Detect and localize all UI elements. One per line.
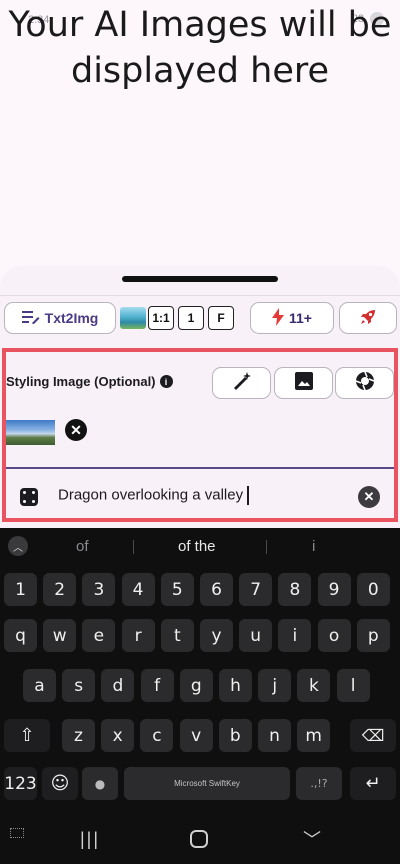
key-9[interactable]: 9 xyxy=(317,573,351,606)
backspace-key[interactable]: ⌫ xyxy=(350,719,396,752)
chevron-up-icon[interactable]: ︿ xyxy=(8,536,28,556)
key-o[interactable]: o xyxy=(317,619,351,652)
key-l[interactable]: l xyxy=(336,669,370,702)
credits-button[interactable]: 11+ xyxy=(250,302,334,334)
styling-image-label: Styling Image (Optional) i xyxy=(6,374,173,389)
home-icon[interactable] xyxy=(190,830,208,848)
image-count-chip[interactable]: 1 xyxy=(178,306,204,330)
microphone-icon: ● xyxy=(94,776,106,791)
comma-mic-key[interactable]: ● xyxy=(82,767,118,800)
key-f[interactable]: f xyxy=(140,669,174,702)
edit-lines-icon xyxy=(21,310,40,327)
prompt-divider xyxy=(6,467,394,469)
clear-icon[interactable]: ✕ xyxy=(358,486,380,508)
image-gallery-icon xyxy=(294,371,314,396)
suggestion-2[interactable]: of the xyxy=(178,538,216,555)
prompt-text[interactable]: Dragon overlooking a valley xyxy=(58,486,249,505)
magic-wand-button[interactable] xyxy=(212,367,271,399)
remove-image-icon[interactable]: ✕ xyxy=(65,419,87,441)
styling-image-thumbnail[interactable] xyxy=(6,420,55,445)
key-5[interactable]: 5 xyxy=(160,573,194,606)
credits-label: 11+ xyxy=(289,310,312,326)
key-0[interactable]: 0 xyxy=(356,573,390,606)
key-j[interactable]: j xyxy=(258,669,292,702)
key-w[interactable]: w xyxy=(43,619,77,652)
camera-shutter-icon xyxy=(355,371,375,396)
lightning-icon xyxy=(272,307,284,329)
key-b[interactable]: b xyxy=(218,719,252,752)
divider xyxy=(0,295,400,296)
emoji-key[interactable]: ☺ xyxy=(42,767,78,800)
key-u[interactable]: u xyxy=(239,619,273,652)
key-t[interactable]: t xyxy=(160,619,194,652)
back-icon[interactable]: ﹀ xyxy=(303,826,321,852)
magic-wand-icon xyxy=(232,371,252,396)
suggestion-3[interactable]: i xyxy=(312,538,315,555)
key-m[interactable]: m xyxy=(297,719,331,752)
emoji-icon: ☺ xyxy=(50,773,70,794)
shift-key[interactable]: ⇧ xyxy=(4,719,50,752)
gallery-button[interactable] xyxy=(274,367,333,399)
sheet-grabber-handle[interactable] xyxy=(122,276,278,282)
mode-button[interactable]: Txt2Img xyxy=(4,302,116,334)
shift-icon: ⇧ xyxy=(19,725,35,746)
key-d[interactable]: d xyxy=(101,669,135,702)
styling-label-text: Styling Image (Optional) xyxy=(6,374,156,389)
info-icon[interactable]: i xyxy=(159,375,173,388)
space-key-label: Microsoft SwiftKey xyxy=(174,779,240,788)
key-i[interactable]: i xyxy=(278,619,312,652)
mode-label: Txt2Img xyxy=(44,310,99,326)
space-key[interactable]: Microsoft SwiftKey xyxy=(124,767,290,800)
rocket-icon xyxy=(358,307,378,330)
key-1[interactable]: 1 xyxy=(4,573,37,606)
key-p[interactable]: p xyxy=(356,619,390,652)
generation-toolbar: Txt2Img 1:1 1 F 11+ xyxy=(0,302,400,336)
keyboard-hide-icon[interactable] xyxy=(10,828,24,838)
key-2[interactable]: 2 xyxy=(43,573,77,606)
key-8[interactable]: 8 xyxy=(278,573,312,606)
key-v[interactable]: v xyxy=(179,719,213,752)
enter-icon: ↵ xyxy=(365,773,381,794)
period-key[interactable]: .,!? xyxy=(296,767,342,800)
suggestion-1[interactable]: of xyxy=(76,538,89,555)
key-k[interactable]: k xyxy=(297,669,331,702)
preview-thumbnail[interactable] xyxy=(120,307,146,329)
key-z[interactable]: z xyxy=(62,719,95,752)
key-g[interactable]: g xyxy=(179,669,213,702)
divider xyxy=(266,540,267,554)
key-3[interactable]: 3 xyxy=(82,573,116,606)
key-r[interactable]: r xyxy=(121,619,155,652)
f-chip[interactable]: F xyxy=(208,306,234,330)
system-nav-bar: ||| ﹀ xyxy=(0,818,400,864)
key-6[interactable]: 6 xyxy=(200,573,233,606)
suggestion-bar: ︿ of of the i xyxy=(0,528,400,564)
key-x[interactable]: x xyxy=(101,719,135,752)
key-s[interactable]: s xyxy=(62,669,96,702)
generate-button[interactable] xyxy=(339,302,397,334)
prompt-value: Dragon overlooking a valley xyxy=(58,486,244,504)
key-a[interactable]: a xyxy=(23,669,56,702)
key-e[interactable]: e xyxy=(82,619,116,652)
page-title: Your AI Images will be displayed here xyxy=(8,5,392,91)
recents-icon[interactable]: ||| xyxy=(80,829,100,850)
numbers-key[interactable]: 123 xyxy=(4,767,37,800)
key-c[interactable]: c xyxy=(140,719,174,752)
backspace-icon: ⌫ xyxy=(361,726,385,745)
punctuation-label: .,!? xyxy=(310,777,328,790)
enter-key[interactable]: ↵ xyxy=(350,767,396,800)
text-caret xyxy=(247,486,249,505)
dice-icon[interactable] xyxy=(20,488,38,506)
key-h[interactable]: h xyxy=(219,669,252,702)
key-q[interactable]: q xyxy=(4,619,37,652)
key-4[interactable]: 4 xyxy=(121,573,155,606)
key-y[interactable]: y xyxy=(200,619,233,652)
aspect-ratio-chip[interactable]: 1:1 xyxy=(148,306,174,330)
key-n[interactable]: n xyxy=(258,719,291,752)
key-7[interactable]: 7 xyxy=(239,573,273,606)
divider xyxy=(133,540,134,554)
prompt-input[interactable]: Dragon overlooking a valley ✕ xyxy=(6,478,394,516)
on-screen-keyboard: ︿ of of the i 1234567890qwertyuiopasdfgh… xyxy=(0,528,400,818)
camera-button[interactable] xyxy=(335,367,394,399)
